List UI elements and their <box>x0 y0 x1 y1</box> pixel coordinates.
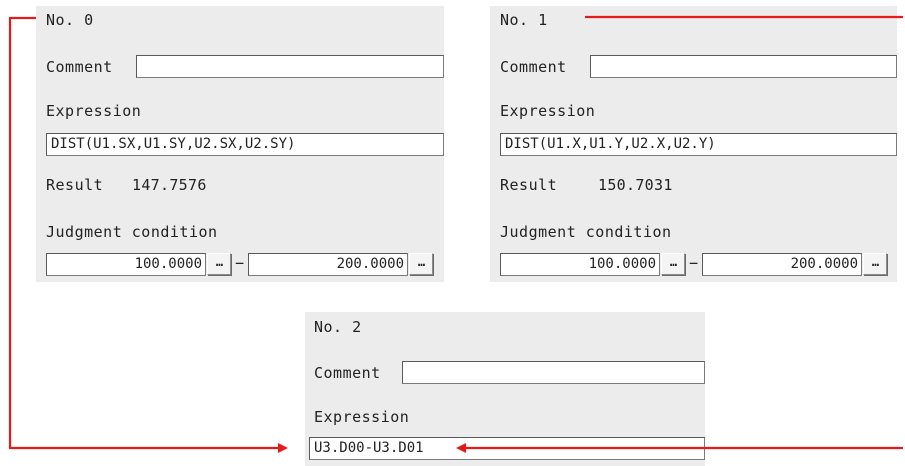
comment-input[interactable] <box>136 55 444 78</box>
result-value: 150.7031 <box>598 176 673 194</box>
judgment-condition-label: Judgment condition <box>46 223 218 241</box>
expression-input[interactable]: DIST(U1.SX,U1.SY,U2.SX,U2.SY) <box>46 133 444 156</box>
panel-title: No. 0 <box>46 11 94 29</box>
result-label: Result <box>46 176 104 194</box>
comment-input[interactable] <box>402 361 705 384</box>
judgment-min-browse-button[interactable]: … <box>207 253 231 275</box>
range-dash: − <box>235 254 245 272</box>
judgment-condition-label: Judgment condition <box>500 223 672 241</box>
expression-label: Expression <box>46 102 142 120</box>
comment-label: Comment <box>500 58 567 76</box>
judgment-min-browse-button[interactable]: … <box>661 253 685 275</box>
judgment-max-browse-button[interactable]: … <box>863 253 887 275</box>
comment-label: Comment <box>314 364 381 382</box>
panel-title: No. 2 <box>314 318 362 336</box>
expression-input[interactable]: U3.D00-U3.D01 <box>309 437 705 460</box>
panel-title: No. 1 <box>500 11 548 29</box>
judgment-min-input[interactable]: 100.0000 <box>46 253 206 276</box>
range-dash: − <box>689 254 699 272</box>
expression-panel-1: No. 1 Comment Expression DIST(U1.X,U1.Y,… <box>490 6 897 282</box>
judgment-max-input[interactable]: 200.0000 <box>248 253 408 276</box>
expression-label: Expression <box>314 408 410 426</box>
comment-input[interactable] <box>590 55 897 78</box>
result-label: Result <box>500 176 558 194</box>
judgment-min-input[interactable]: 100.0000 <box>500 253 660 276</box>
comment-label: Comment <box>46 58 113 76</box>
expression-panel-2: No. 2 Comment Expression U3.D00-U3.D01 <box>305 312 705 466</box>
judgment-max-browse-button[interactable]: … <box>409 253 433 275</box>
expression-panel-0: No. 0 Comment Expression DIST(U1.SX,U1.S… <box>36 6 444 282</box>
judgment-max-input[interactable]: 200.0000 <box>702 253 862 276</box>
expression-input[interactable]: DIST(U1.X,U1.Y,U2.X,U2.Y) <box>500 133 897 156</box>
result-value: 147.7576 <box>132 176 207 194</box>
expression-label: Expression <box>500 102 596 120</box>
